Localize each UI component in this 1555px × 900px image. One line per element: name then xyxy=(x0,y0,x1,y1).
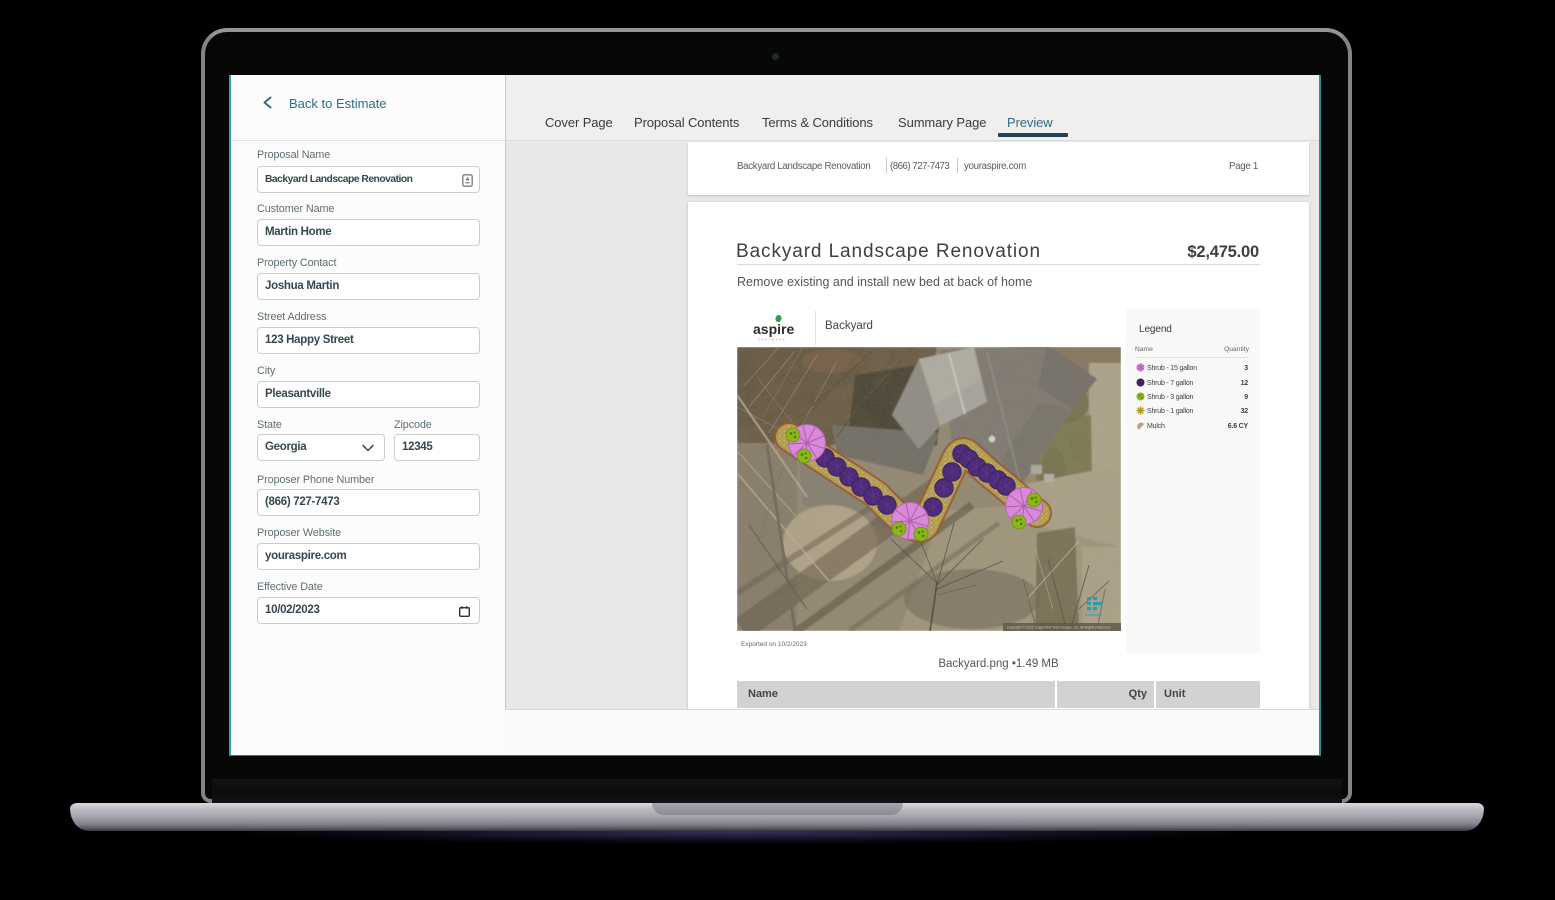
svg-text:aspire: aspire xyxy=(753,321,794,337)
svg-text:EagleView: EagleView xyxy=(1085,613,1102,617)
svg-text:SOFTWARE: SOFTWARE xyxy=(758,338,786,342)
svg-text:Copyright © 2023, EagleView Te: Copyright © 2023, EagleView Technologies… xyxy=(1007,626,1111,630)
